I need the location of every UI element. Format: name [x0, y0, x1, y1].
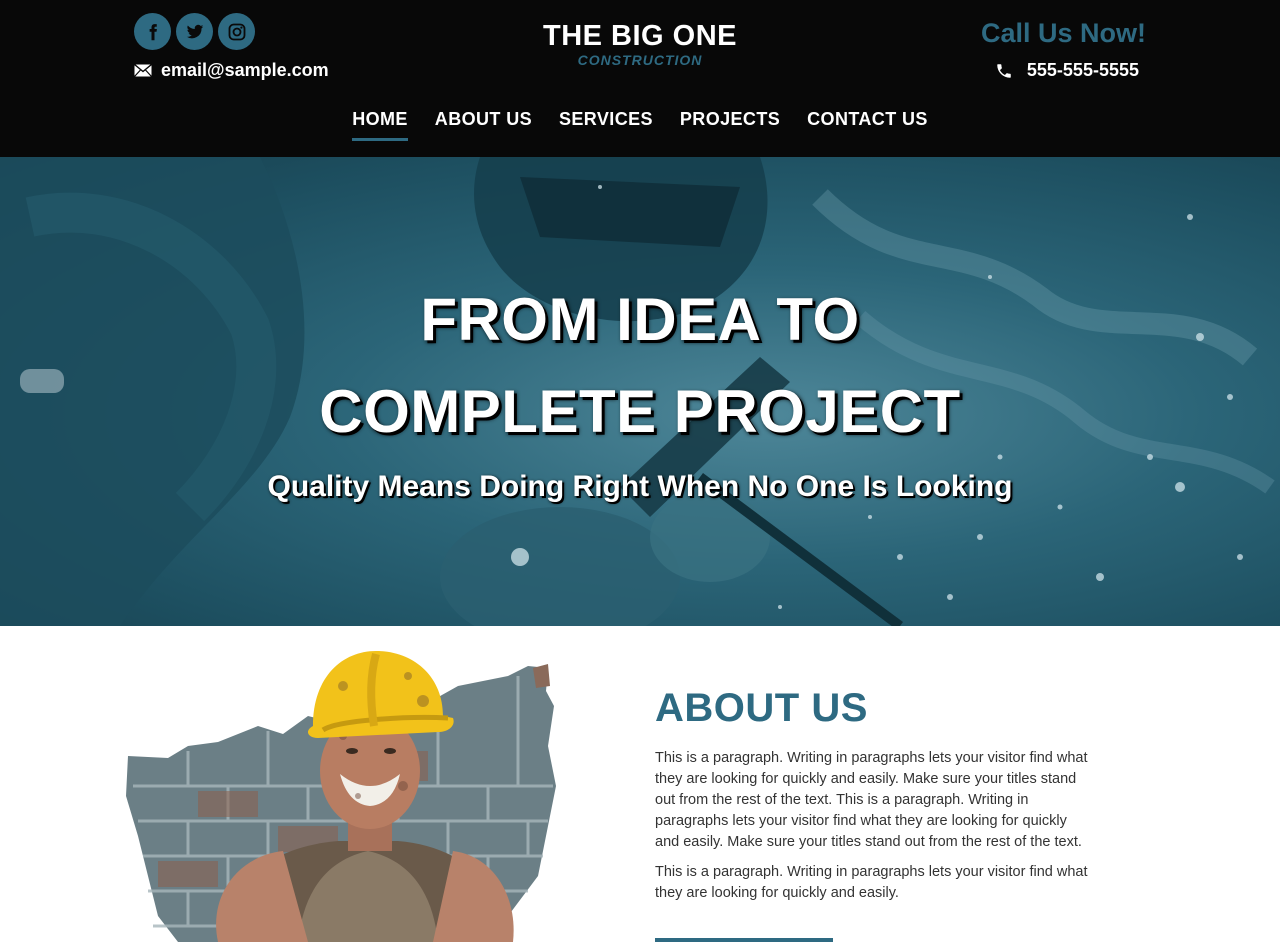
- nav-item-about-us[interactable]: ABOUT US: [435, 109, 532, 141]
- logo-subtitle: CONSTRUCTION: [577, 52, 703, 68]
- facebook-icon: [149, 23, 157, 40]
- facebook-link[interactable]: [134, 13, 171, 50]
- about-heading: ABOUT US: [655, 686, 868, 730]
- hero-banner: FROM IDEA TO COMPLETE PROJECT Quality Me…: [0, 157, 1280, 626]
- email-text: email@sample.com: [161, 60, 329, 80]
- nav-item-contact-us[interactable]: CONTACT US: [807, 109, 928, 141]
- site-logo[interactable]: THE BIG ONE CONSTRUCTION: [540, 20, 740, 68]
- instagram-icon: [228, 23, 245, 40]
- about-paragraph-1: This is a paragraph. Writing in paragrap…: [655, 750, 1088, 850]
- main-nav: HOME ABOUT US SERVICES PROJECTS CONTACT …: [0, 109, 1280, 141]
- phone-contact[interactable]: 555-555-5555: [995, 60, 1139, 81]
- nav-item-home[interactable]: HOME: [352, 109, 408, 141]
- call-us-label: Call Us Now!: [980, 18, 1146, 48]
- about-read-more-button[interactable]: [655, 938, 833, 942]
- site-header: email@sample.com THE BIG ONE CONSTRUCTIO…: [0, 0, 1280, 157]
- phone-number: 555-555-5555: [1026, 60, 1139, 80]
- about-paragraph-2: This is a paragraph. Writing in paragrap…: [655, 864, 1088, 901]
- twitter-link[interactable]: [176, 13, 213, 50]
- nav-item-projects[interactable]: PROJECTS: [680, 109, 780, 141]
- hero-heading-line-1: FROM IDEA TO: [420, 286, 860, 353]
- logo-title: THE BIG ONE: [542, 20, 737, 52]
- twitter-icon: [186, 24, 203, 38]
- hero-tagline: Quality Means Doing Right When No One Is…: [267, 470, 1013, 503]
- email-contact[interactable]: email@sample.com: [134, 60, 329, 81]
- hero-heading-line-2: COMPLETE PROJECT: [319, 378, 961, 445]
- construction-worker-image: [126, 651, 556, 942]
- social-links: [134, 13, 255, 50]
- phone-icon: [997, 63, 1011, 78]
- instagram-link[interactable]: [218, 13, 255, 50]
- nav-item-services[interactable]: SERVICES: [559, 109, 653, 141]
- envelope-icon: [134, 64, 152, 77]
